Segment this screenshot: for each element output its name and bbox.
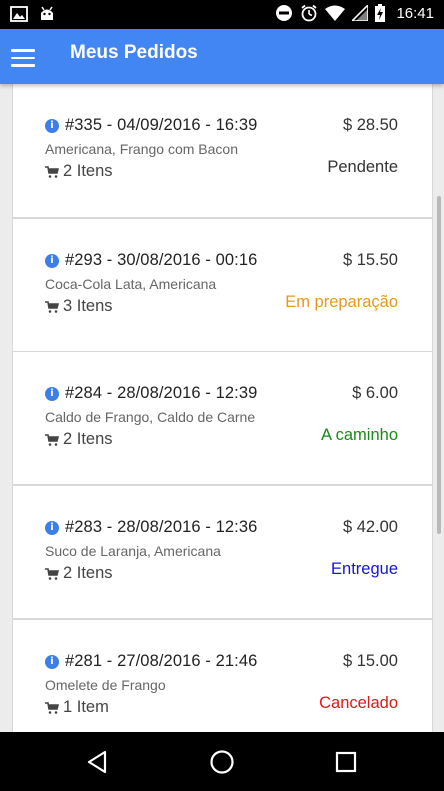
order-status: Cancelado	[319, 694, 398, 712]
signal-icon	[352, 5, 369, 21]
order-items-description: Omelete de Frango	[45, 677, 166, 693]
cart-icon	[45, 300, 59, 313]
cart-icon	[45, 433, 59, 446]
order-price: $ 42.00	[342, 518, 398, 536]
order-card[interactable]: i #284 - 28/08/2016 - 12:39 $ 6.00 Caldo…	[12, 351, 433, 485]
order-card[interactable]: i #293 - 30/08/2016 - 00:16 $ 15.50 Coca…	[12, 218, 433, 352]
android-icon	[41, 6, 53, 20]
page-title: Meus Pedidos	[70, 42, 198, 63]
do-not-disturb-icon	[276, 5, 293, 21]
order-price: $ 15.50	[342, 251, 398, 269]
order-card[interactable]: i #335 - 04/09/2016 - 16:39 $ 28.50 Amer…	[12, 84, 433, 218]
order-item-count: 1 Item	[45, 698, 109, 717]
order-title: #335 - 04/09/2016 - 16:39	[65, 116, 258, 134]
order-items-description: Suco de Laranja, Americana	[45, 543, 221, 559]
cart-icon	[45, 701, 59, 714]
hamburger-menu-icon[interactable]	[11, 49, 35, 67]
order-status: Entregue	[331, 560, 398, 578]
order-status: Em preparação	[285, 293, 398, 311]
order-card[interactable]: i #281 - 27/08/2016 - 21:46 $ 15.00 Omel…	[12, 619, 433, 732]
alarm-icon	[301, 4, 318, 22]
cart-icon	[45, 165, 59, 178]
order-price: $ 15.00	[342, 652, 398, 670]
info-icon: i	[45, 386, 59, 401]
cart-icon	[45, 567, 59, 580]
navigation-bar	[0, 732, 444, 791]
order-items-description: Caldo de Frango, Caldo de Carne	[45, 409, 256, 425]
scrollbar[interactable]	[437, 196, 441, 534]
order-status: A caminho	[320, 426, 398, 444]
order-item-count: 2 Itens	[45, 162, 113, 181]
order-items-description: Americana, Frango com Bacon	[45, 141, 238, 157]
battery-charging-icon	[375, 4, 386, 22]
order-item-count: 2 Itens	[45, 430, 113, 449]
wifi-icon	[325, 5, 346, 21]
order-title: #281 - 27/08/2016 - 21:46	[65, 652, 258, 670]
info-icon: i	[45, 118, 59, 133]
clock: 16:41	[396, 4, 434, 22]
order-title: #293 - 30/08/2016 - 00:16	[65, 251, 258, 269]
back-icon[interactable]	[85, 749, 111, 775]
order-price: $ 6.00	[352, 384, 398, 402]
info-icon: i	[45, 654, 59, 669]
status-bar: 16:41	[0, 0, 444, 29]
info-icon: i	[45, 253, 59, 268]
order-card[interactable]: i #283 - 28/08/2016 - 12:36 $ 42.00 Suco…	[12, 485, 433, 619]
order-items-description: Coca-Cola Lata, Americana	[45, 276, 217, 292]
orders-list[interactable]: i #335 - 04/09/2016 - 16:39 $ 28.50 Amer…	[0, 84, 444, 732]
order-item-count: 3 Itens	[45, 297, 113, 316]
app-bar: Meus Pedidos	[0, 29, 444, 84]
order-title: #283 - 28/08/2016 - 12:36	[65, 518, 258, 536]
order-item-count: 2 Itens	[45, 564, 113, 583]
home-icon[interactable]	[209, 749, 235, 775]
info-icon: i	[45, 520, 59, 535]
recents-icon[interactable]	[333, 749, 359, 775]
order-status: Pendente	[327, 158, 398, 176]
order-title: #284 - 28/08/2016 - 12:39	[65, 384, 258, 402]
order-price: $ 28.50	[342, 116, 398, 134]
image-icon	[10, 6, 28, 22]
